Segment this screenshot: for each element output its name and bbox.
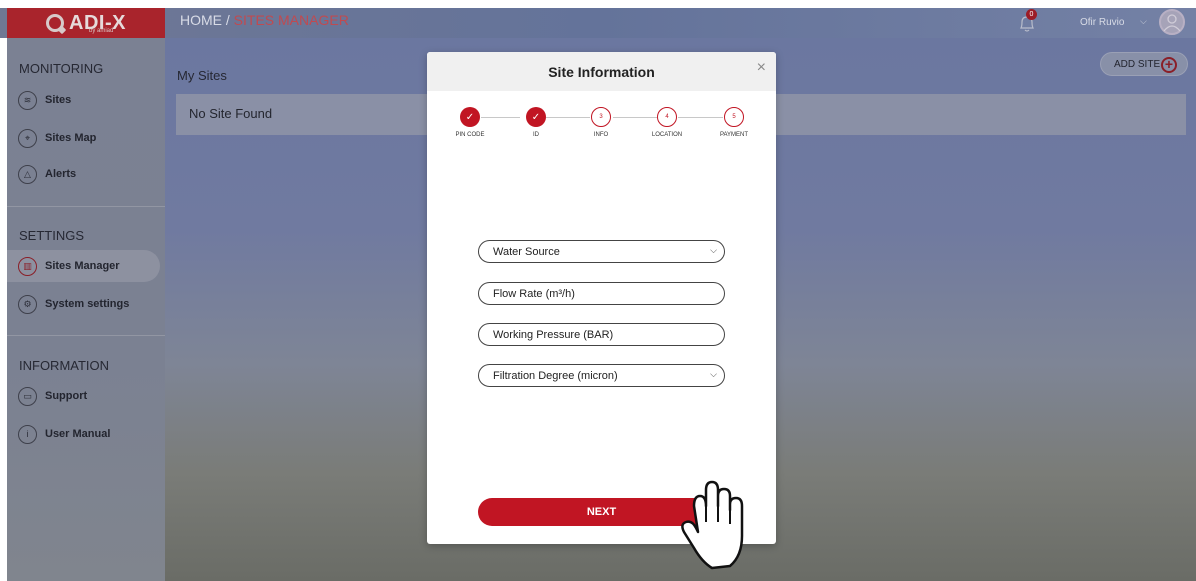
app-root: ADI-X by amiad HOME / SITES MANAGER 0 Of… [0, 0, 1196, 581]
sidebar-item-user-manual[interactable]: i User Manual [7, 418, 160, 450]
breadcrumb: HOME / SITES MANAGER [180, 12, 349, 28]
step-location[interactable]: 4 [657, 107, 677, 127]
section-title-settings: SETTINGS [19, 228, 85, 243]
bell-icon: △ [18, 164, 37, 184]
step-label: PIN CODE [455, 132, 485, 138]
user-name[interactable]: Ofir Ruvio [1080, 17, 1124, 28]
info-icon: i [18, 424, 37, 444]
sidebar-item-sites-manager[interactable]: ▥ Sites Manager [7, 250, 160, 282]
sidebar-item-system-settings[interactable]: ⚙ System settings [7, 288, 160, 320]
step-connector [546, 117, 590, 118]
user-icon [1163, 14, 1181, 32]
hand-pointer-icon [681, 480, 744, 570]
sidebar-item-label: Sites Map [45, 132, 97, 144]
site-information-modal: Site Information × ✓ PIN CODE ✓ ID 3 INF… [427, 52, 776, 544]
water-source-placeholder: Water Source [493, 245, 560, 258]
filtration-degree-select[interactable]: Filtration Degree (micron) ⌵ [478, 364, 725, 387]
step-label: INFO [593, 132, 609, 138]
sidebar-item-sites[interactable]: ≋ Sites [7, 84, 160, 116]
sidebar: MONITORING ≋ Sites ⌖ Sites Map △ Alerts … [7, 38, 165, 581]
sidebar-item-label: Sites Manager [45, 260, 120, 272]
empty-state-text: No Site Found [189, 106, 273, 121]
avatar[interactable] [1159, 9, 1185, 35]
plus-circle-icon: + [1161, 57, 1177, 73]
divider [7, 206, 165, 207]
add-site-button[interactable]: ADD SITE + [1100, 52, 1188, 76]
notifications-button[interactable]: 0 [1016, 9, 1038, 34]
water-source-select[interactable]: Water Source ⌵ [478, 240, 725, 263]
logo-icon [46, 14, 65, 32]
step-label: PAYMENT [719, 132, 749, 138]
sidebar-item-label: Sites [45, 94, 72, 106]
step-label: LOCATION [651, 132, 683, 138]
modal-title: Site Information [548, 64, 655, 80]
step-connector [613, 117, 657, 118]
flow-rate-placeholder: Flow Rate (m³/h) [493, 287, 575, 300]
sidebar-item-support[interactable]: ▭ Support [7, 380, 160, 412]
chevron-down-icon[interactable]: ⌵ [1140, 16, 1147, 27]
working-pressure-input[interactable]: Working Pressure (BAR) [478, 323, 725, 346]
step-connector [481, 117, 520, 118]
step-payment[interactable]: 5 [724, 107, 744, 127]
modal-header: Site Information × [427, 52, 776, 91]
step-pin-code[interactable]: ✓ [460, 107, 480, 127]
sidebar-item-label: User Manual [45, 428, 111, 440]
chevron-down-icon: ⌵ [710, 245, 717, 255]
gear-icon: ⚙ [18, 294, 37, 314]
close-icon[interactable]: × [757, 59, 766, 77]
step-connector [678, 117, 723, 118]
sidebar-item-label: System settings [45, 298, 130, 310]
layers-icon: ≋ [18, 90, 37, 110]
page-title: My Sites [177, 68, 227, 83]
chat-icon: ▭ [18, 386, 37, 406]
logo-subtext: by amiad [89, 28, 114, 34]
step-info[interactable]: 3 [591, 107, 611, 127]
flow-rate-input[interactable]: Flow Rate (m³/h) [478, 282, 725, 305]
section-title-monitoring: MONITORING [19, 61, 104, 76]
section-title-information: INFORMATION [19, 358, 110, 373]
breadcrumb-current: SITES MANAGER [233, 12, 349, 28]
breadcrumb-home[interactable]: HOME / [180, 12, 234, 28]
top-strip [0, 0, 1196, 8]
sliders-icon: ▥ [18, 256, 37, 276]
notification-badge: 0 [1026, 9, 1037, 20]
working-pressure-placeholder: Working Pressure (BAR) [493, 328, 614, 341]
chevron-down-icon: ⌵ [710, 369, 717, 379]
divider [7, 335, 165, 336]
sidebar-item-alerts[interactable]: △ Alerts [7, 158, 160, 190]
map-pin-icon: ⌖ [18, 128, 37, 148]
step-id[interactable]: ✓ [526, 107, 546, 127]
logo[interactable]: ADI-X by amiad [7, 8, 165, 38]
step-label: ID [533, 132, 539, 138]
sidebar-item-label: Support [45, 390, 88, 402]
sidebar-item-sites-map[interactable]: ⌖ Sites Map [7, 122, 160, 154]
filtration-degree-placeholder: Filtration Degree (micron) [493, 369, 618, 382]
add-site-label: ADD SITE [1114, 58, 1161, 70]
sidebar-item-label: Alerts [45, 168, 77, 180]
stepper: ✓ PIN CODE ✓ ID 3 INFO 4 LOCATION 5 PAYM… [427, 107, 776, 147]
